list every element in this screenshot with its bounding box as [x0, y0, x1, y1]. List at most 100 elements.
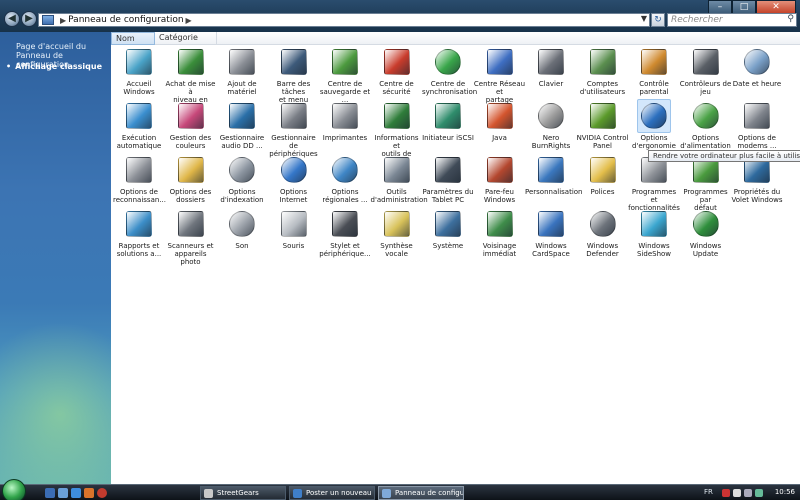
control-panel-item[interactable]: Options des dossiers [165, 153, 217, 204]
internet-explorer-icon[interactable] [71, 488, 81, 498]
control-panel-item[interactable]: Contrôle parental [628, 45, 680, 96]
clock[interactable]: 10:56 [775, 488, 795, 496]
control-panel-icon [42, 15, 54, 25]
control-panel-item[interactable]: Son [216, 207, 268, 250]
control-panel-item[interactable]: Options régionales ... [319, 153, 371, 204]
window-switcher-icon[interactable] [58, 488, 68, 498]
speaker-icon [229, 211, 255, 237]
tray-network-icon[interactable] [733, 489, 741, 497]
sync-icon [435, 49, 461, 75]
column-category[interactable]: Catégorie [155, 32, 217, 45]
close-button[interactable]: ✕ [756, 0, 796, 14]
breadcrumb-separator-icon[interactable]: ▶ [60, 16, 66, 25]
control-panel-item[interactable]: Pare-feu Windows [474, 153, 526, 204]
control-panel-item[interactable]: Personnalisation [525, 153, 583, 196]
classic-view-label: Affichage classique [15, 62, 103, 71]
tray-volume-icon[interactable] [744, 489, 752, 497]
control-panel-item[interactable]: Centre de synchronisation [422, 45, 477, 96]
item-icon-frame [277, 45, 311, 79]
control-panel-item[interactable]: Options de modems ... [731, 99, 783, 150]
control-panel-item[interactable]: Scanneurs et appareils photo [165, 207, 217, 266]
address-dropdown-icon[interactable]: ▼ [641, 14, 647, 23]
quicklaunch-app-icon[interactable] [97, 488, 107, 498]
breadcrumb-control-panel[interactable]: Panneau de configuration [68, 15, 183, 25]
control-panel-item[interactable]: Date et heure [731, 45, 783, 88]
control-panel-item[interactable]: Options d'indexation [216, 153, 268, 204]
minimize-button[interactable]: – [708, 0, 732, 14]
control-panel-item[interactable]: Souris [268, 207, 320, 250]
item-label: Options d'ergonomie [632, 134, 676, 150]
control-panel-item[interactable]: Options d'ergonomie [628, 99, 680, 150]
control-panel-item[interactable]: Rapports et solutions a... [113, 207, 165, 258]
control-panel-item[interactable]: Synthèse vocale [371, 207, 423, 258]
control-panel-item[interactable]: Windows CardSpace [525, 207, 577, 258]
item-label: Windows Defender [586, 242, 619, 258]
control-panel-item[interactable]: Java [474, 99, 526, 142]
control-panel-item[interactable]: NVIDIA Control Panel [577, 99, 629, 150]
control-panel-item[interactable]: Centre de sauvegarde et ... [319, 45, 371, 104]
language-indicator[interactable]: FR [704, 488, 713, 496]
control-panel-item[interactable]: Outils d'administration [371, 153, 428, 204]
control-panel-item[interactable]: Options de reconnaissan... [113, 153, 166, 204]
control-panel-item[interactable]: Polices [577, 153, 629, 196]
classic-view-link[interactable]: • Affichage classique [6, 62, 102, 71]
item-label: Son [235, 242, 249, 250]
show-desktop-icon[interactable] [45, 488, 55, 498]
control-panel-item[interactable]: Exécution automatique [113, 99, 165, 150]
mouse-icon [280, 211, 307, 237]
security-shield-icon [383, 49, 410, 75]
control-panel-item[interactable]: Windows Update [680, 207, 732, 258]
control-panel-item[interactable]: Clavier [525, 45, 577, 88]
control-panel-item[interactable]: Stylet et périphérique... [319, 207, 371, 258]
control-panel-item[interactable]: Initiateur iSCSI [422, 99, 474, 142]
address-bar[interactable]: ▶ Panneau de configuration ▶ ▼ [38, 13, 650, 27]
control-panel-item[interactable]: Options Internet [268, 153, 320, 204]
item-label: Propriétés du Volet Windows [731, 188, 783, 204]
pen-icon [332, 211, 358, 237]
control-panel-item[interactable]: Paramètres du Tablet PC [422, 153, 474, 204]
control-panel-item[interactable]: Accueil Windows [113, 45, 165, 96]
tray-status-icon[interactable] [755, 489, 763, 497]
item-icon-frame [277, 207, 311, 241]
taskbar-item-browser[interactable]: Poster un nouveau s... [289, 486, 375, 500]
column-name[interactable]: Nom [111, 32, 155, 45]
control-panel-item[interactable]: Comptes d'utilisateurs [577, 45, 629, 96]
item-icon-frame [380, 45, 414, 79]
item-icon-frame [689, 207, 723, 241]
control-panel-item[interactable]: Gestionnaire de périphériques [268, 99, 320, 158]
control-panel-item[interactable]: Ajout de matériel [216, 45, 268, 96]
tray-app-icon[interactable] [722, 489, 730, 497]
window-controls: – □ ✕ [708, 0, 796, 14]
item-label: Personnalisation [525, 188, 583, 196]
breadcrumb-chevron-icon[interactable]: ▶ [186, 16, 192, 25]
welcome-center-icon [126, 49, 152, 75]
control-panel-item[interactable]: Windows Defender [577, 207, 629, 258]
control-panel-item[interactable]: Centre Réseau et partage [474, 45, 526, 104]
control-panel-item[interactable]: Options d'alimentation [680, 99, 732, 150]
firefox-icon[interactable] [84, 488, 94, 498]
back-button[interactable]: ◀ [4, 11, 20, 27]
search-input[interactable]: Rechercher ⚲ [667, 13, 797, 27]
search-icon[interactable]: ⚲ [787, 14, 794, 24]
taskbar-item-streetgears[interactable]: StreetGears [200, 486, 286, 500]
maximize-button[interactable]: □ [732, 0, 756, 14]
control-panel-item[interactable]: Gestionnaire audio DD ... [216, 99, 268, 150]
refresh-button[interactable]: ↻ [651, 13, 665, 27]
item-icon-frame [174, 45, 208, 79]
item-icon-frame [277, 99, 311, 133]
taskbar-item-control-panel[interactable]: Panneau de configu... [378, 486, 464, 500]
forward-button[interactable]: ▶ [21, 11, 37, 27]
item-icon-frame [534, 45, 568, 79]
item-icon-frame [689, 99, 723, 133]
control-panel-item[interactable]: Centre de sécurité [371, 45, 423, 96]
control-panel-item[interactable]: Windows SideShow [628, 207, 680, 258]
tooltip: Rendre votre ordinateur plus facile à ut… [648, 150, 800, 162]
control-panel-item[interactable]: Voisinage immédiat [474, 207, 526, 258]
control-panel-item[interactable]: Nero BurnRights [525, 99, 577, 150]
control-panel-item[interactable]: Système [422, 207, 474, 250]
control-panel-item[interactable]: Imprimantes [319, 99, 371, 142]
control-panel-item[interactable]: Gestion des couleurs [165, 99, 217, 150]
control-panel-item[interactable]: Contrôleurs de jeu [680, 45, 732, 96]
iscsi-icon [435, 103, 461, 129]
start-button[interactable] [2, 479, 26, 500]
